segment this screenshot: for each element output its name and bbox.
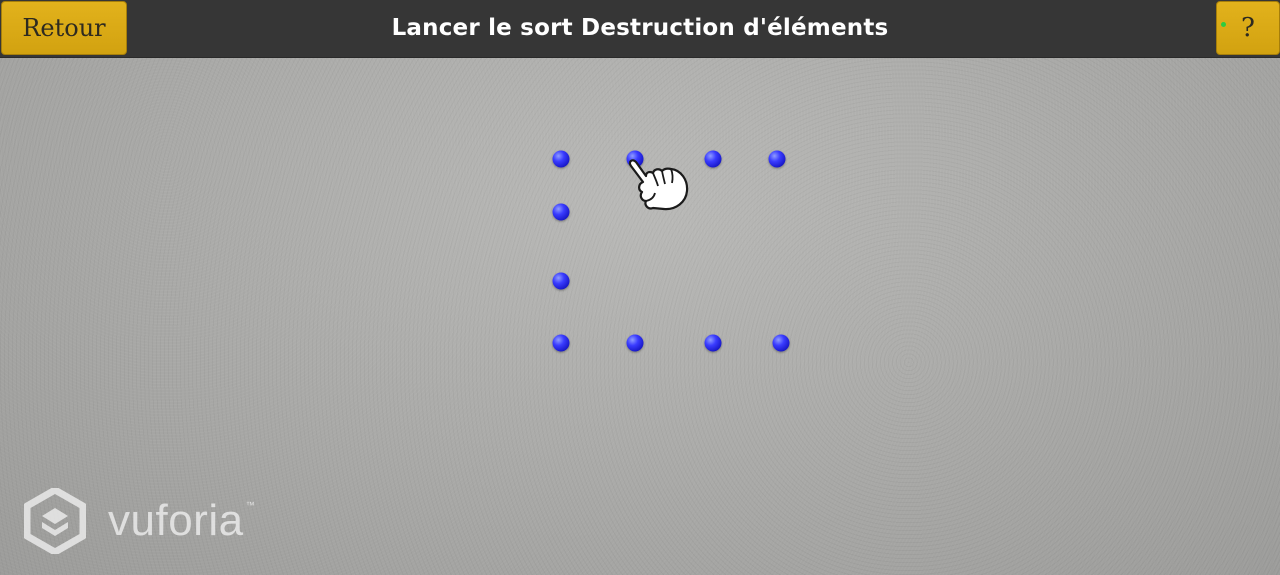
- top-bar: Retour Lancer le sort Destruction d'élém…: [0, 0, 1280, 58]
- pattern-dot[interactable]: [704, 334, 722, 352]
- pattern-dot[interactable]: [626, 334, 644, 352]
- status-indicator: [1221, 22, 1226, 27]
- pointing-hand-icon: [628, 159, 689, 211]
- vuforia-wordmark: vuforia ™: [108, 496, 256, 545]
- pattern-dot[interactable]: [768, 150, 786, 168]
- back-button-label: Retour: [22, 14, 106, 42]
- vuforia-watermark: vuforia ™: [24, 488, 255, 554]
- help-button[interactable]: ?: [1216, 1, 1280, 55]
- pattern-dot[interactable]: [552, 334, 570, 352]
- vuforia-cube-icon: [24, 488, 86, 554]
- help-button-label: ?: [1241, 13, 1255, 43]
- pattern-dot[interactable]: [552, 150, 570, 168]
- page-title: Lancer le sort Destruction d'éléments: [391, 15, 889, 41]
- back-button[interactable]: Retour: [1, 1, 127, 55]
- pattern-dot[interactable]: [552, 272, 570, 290]
- pattern-dot[interactable]: [704, 150, 722, 168]
- pattern-dot[interactable]: [552, 203, 570, 221]
- pattern-dot[interactable]: [772, 334, 790, 352]
